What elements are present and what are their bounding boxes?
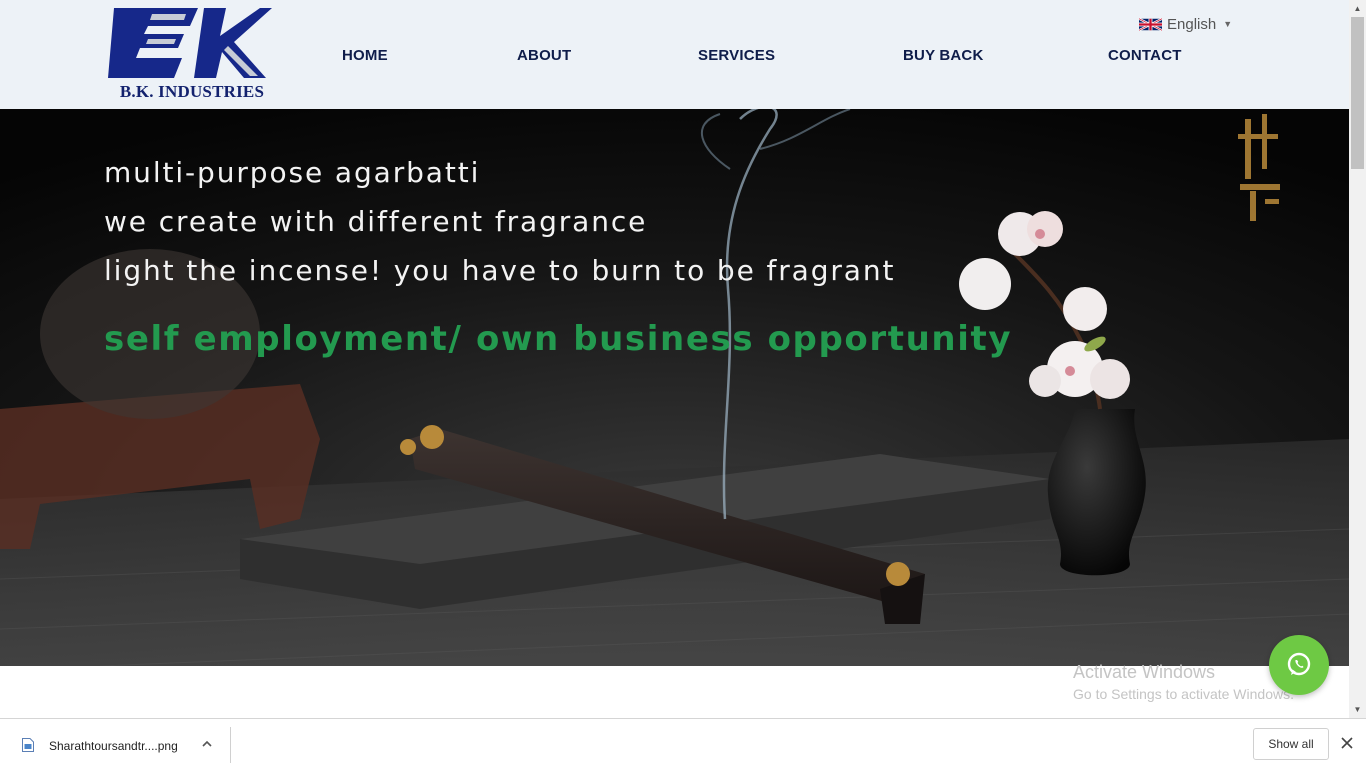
whatsapp-button[interactable] <box>1269 635 1329 695</box>
hero-line-3: light the incense! you have to burn to b… <box>104 254 896 287</box>
scroll-up-icon[interactable]: ▲ <box>1349 0 1366 17</box>
page: B.K. INDUSTRIES HOME ABOUT SERVICES BUY … <box>0 0 1349 718</box>
nav-about[interactable]: ABOUT <box>517 47 571 64</box>
hero-line-1: multi-purpose agarbatti <box>104 156 481 189</box>
language-selector[interactable]: English ▼ <box>1139 14 1232 34</box>
brand-name: B.K. INDUSTRIES <box>119 82 265 101</box>
whatsapp-icon <box>1287 652 1311 676</box>
scrollbar-thumb[interactable] <box>1351 17 1364 169</box>
download-bar: Sharathtoursandtr....png Show all <box>0 718 1366 768</box>
file-icon <box>22 738 34 752</box>
caret-down-icon: ▼ <box>1223 19 1233 29</box>
bk-logo-mark-icon <box>108 8 272 78</box>
uk-flag-icon <box>1139 17 1162 31</box>
brand-logo[interactable]: B.K. INDUSTRIES <box>108 6 276 102</box>
scroll-down-icon[interactable]: ▼ <box>1349 701 1366 718</box>
site-header: B.K. INDUSTRIES HOME ABOUT SERVICES BUY … <box>0 0 1349 109</box>
nav-services[interactable]: SERVICES <box>698 47 775 64</box>
download-file-name: Sharathtoursandtr....png <box>49 739 178 753</box>
hero-banner: multi-purpose agarbatti we create with d… <box>0 109 1349 666</box>
language-label: English <box>1167 15 1217 33</box>
nav-home[interactable]: HOME <box>342 47 388 64</box>
incense-scene-image <box>0 109 1349 666</box>
hero-highlight: self employment/ own business opportunit… <box>104 319 1013 359</box>
page-scrollbar[interactable]: ▲ ▼ <box>1349 0 1366 718</box>
show-all-button[interactable]: Show all <box>1253 728 1329 760</box>
hero-line-2: we create with different fragrance <box>104 205 648 238</box>
nav-buy-back[interactable]: BUY BACK <box>903 47 984 64</box>
nav-contact[interactable]: CONTACT <box>1108 47 1182 64</box>
activate-windows-title: Activate Windows <box>1073 662 1216 682</box>
download-item[interactable]: Sharathtoursandtr....png <box>0 727 231 763</box>
chevron-up-icon[interactable] <box>200 737 214 751</box>
close-icon[interactable] <box>1340 736 1354 750</box>
activate-windows-subtitle: Go to Settings to activate Windows. <box>1073 686 1294 702</box>
